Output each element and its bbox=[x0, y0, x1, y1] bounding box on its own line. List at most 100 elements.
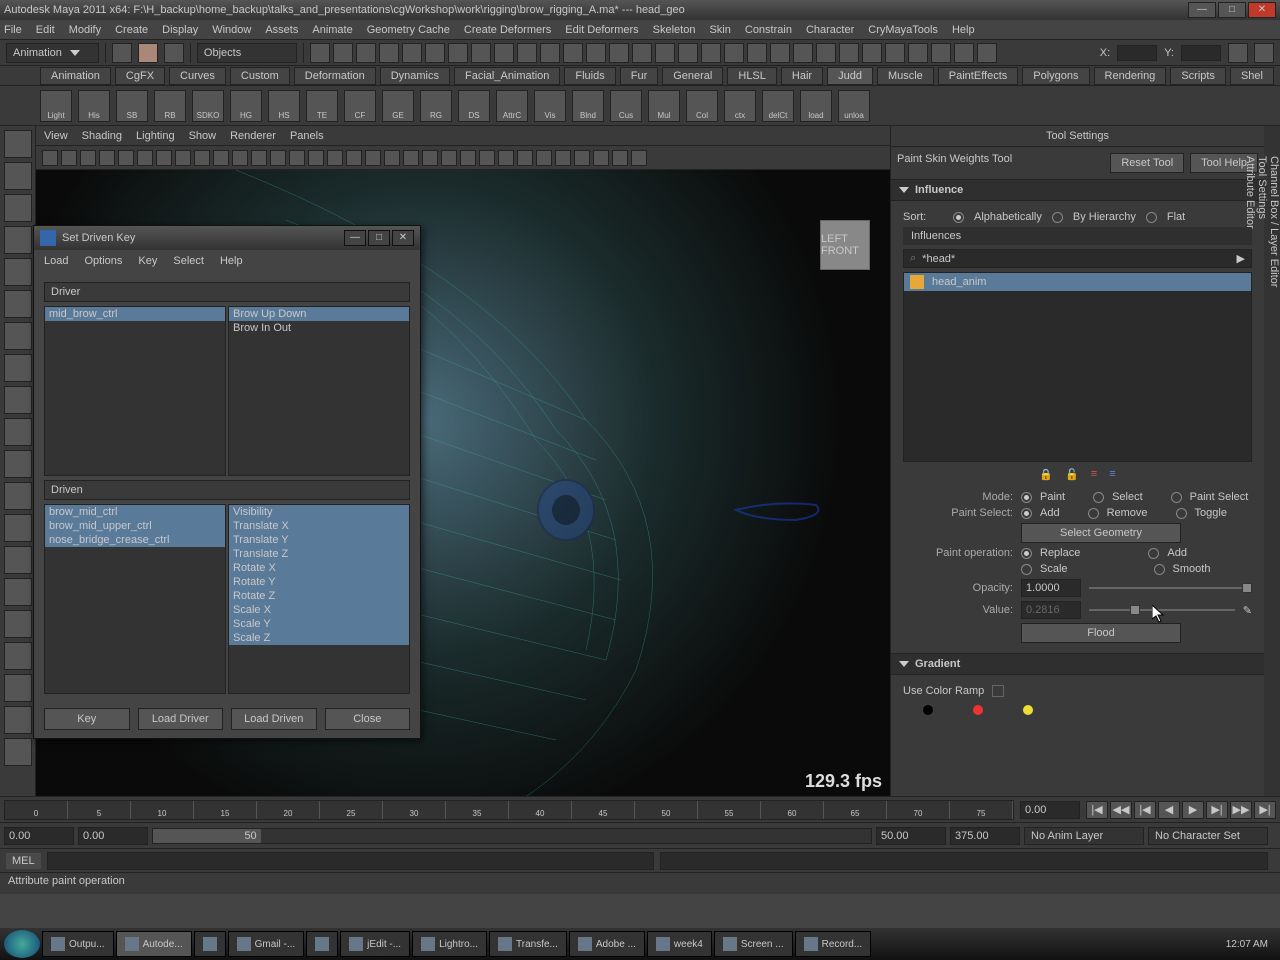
go-end-button[interactable]: ▶| bbox=[1254, 801, 1276, 819]
menu-create deformers[interactable]: Create Deformers bbox=[464, 24, 551, 36]
load-driven-button[interactable]: Load Driven bbox=[231, 708, 317, 730]
toolbox-tool[interactable] bbox=[4, 130, 32, 158]
shelf-icon-attrc[interactable]: AttrC bbox=[496, 90, 528, 122]
status-icon[interactable] bbox=[793, 43, 813, 63]
shelf-tab-fur[interactable]: Fur bbox=[620, 67, 659, 85]
shelf-tab-scripts[interactable]: Scripts bbox=[1170, 67, 1226, 85]
dlg-menu-options[interactable]: Options bbox=[84, 255, 122, 267]
list-item[interactable]: Brow In Out bbox=[229, 321, 409, 335]
load-driver-button[interactable]: Load Driver bbox=[138, 708, 224, 730]
toolbox-tool[interactable] bbox=[4, 194, 32, 222]
toolbox-tool[interactable] bbox=[4, 226, 32, 254]
vp-menu-show[interactable]: Show bbox=[189, 130, 217, 142]
status-icon[interactable] bbox=[448, 43, 468, 63]
step-back-button[interactable]: ◀◀ bbox=[1110, 801, 1132, 819]
dlg-menu-help[interactable]: Help bbox=[220, 255, 243, 267]
menu-crymayatools[interactable]: CryMayaTools bbox=[868, 24, 938, 36]
shelf-tab-muscle[interactable]: Muscle bbox=[877, 67, 934, 85]
shelf-icon-hg[interactable]: HG bbox=[230, 90, 262, 122]
vp-icon[interactable] bbox=[99, 150, 115, 166]
status-icon[interactable] bbox=[701, 43, 721, 63]
list-item[interactable]: Brow Up Down bbox=[229, 307, 409, 321]
play-fwd-button[interactable]: ▶ bbox=[1182, 801, 1204, 819]
maximize-button[interactable]: □ bbox=[1218, 2, 1246, 18]
shelf-tab-custom[interactable]: Custom bbox=[230, 67, 290, 85]
dialog-minimize-button[interactable]: — bbox=[344, 230, 366, 246]
status-icon[interactable] bbox=[402, 43, 422, 63]
use-ramp-checkbox[interactable] bbox=[992, 685, 1004, 697]
toolbox-tool[interactable] bbox=[4, 610, 32, 638]
op-add-radio[interactable] bbox=[1148, 548, 1159, 559]
toggle-icon[interactable] bbox=[1254, 43, 1274, 63]
vp-menu-shading[interactable]: Shading bbox=[82, 130, 122, 142]
toolbox-tool[interactable] bbox=[4, 674, 32, 702]
menu-file[interactable]: File bbox=[4, 24, 22, 36]
dlg-menu-select[interactable]: Select bbox=[173, 255, 204, 267]
vp-icon[interactable] bbox=[213, 150, 229, 166]
shelf-tab-facial_animation[interactable]: Facial_Animation bbox=[454, 67, 560, 85]
op-replace-radio[interactable] bbox=[1021, 548, 1032, 559]
toolbox-tool[interactable] bbox=[4, 738, 32, 766]
toolbox-tool[interactable] bbox=[4, 322, 32, 350]
range-end-input[interactable] bbox=[950, 827, 1020, 845]
vp-menu-view[interactable]: View bbox=[44, 130, 68, 142]
shelf-tab-hair[interactable]: Hair bbox=[781, 67, 823, 85]
vp-menu-panels[interactable]: Panels bbox=[290, 130, 324, 142]
shelf-icon-his[interactable]: His bbox=[78, 90, 110, 122]
lock-icon[interactable]: 🔒 bbox=[1039, 468, 1053, 481]
selection-mask-dropdown[interactable]: Objects bbox=[197, 43, 297, 63]
close-button[interactable]: ✕ bbox=[1248, 2, 1276, 18]
dialog-maximize-button[interactable]: □ bbox=[368, 230, 390, 246]
vp-icon[interactable] bbox=[194, 150, 210, 166]
shelf-icon-delct[interactable]: delCt bbox=[762, 90, 794, 122]
status-icon[interactable] bbox=[885, 43, 905, 63]
status-icon[interactable] bbox=[471, 43, 491, 63]
side-tab[interactable]: Tool Settings bbox=[1256, 146, 1268, 796]
status-icon[interactable] bbox=[839, 43, 859, 63]
shelf-icon-load[interactable]: load bbox=[800, 90, 832, 122]
shelf-icon-blnd[interactable]: Blnd bbox=[572, 90, 604, 122]
taskbar-item[interactable]: jEdit -... bbox=[340, 931, 410, 957]
sort-hier-radio[interactable] bbox=[1052, 212, 1063, 223]
toolbox-tool[interactable] bbox=[4, 450, 32, 478]
shelf-tab-shel[interactable]: Shel bbox=[1230, 67, 1274, 85]
list-item[interactable]: Visibility bbox=[229, 505, 409, 519]
op-smooth-radio[interactable] bbox=[1154, 564, 1165, 575]
gradient-section-header[interactable]: Gradient bbox=[891, 653, 1264, 675]
list-item[interactable]: brow_mid_ctrl bbox=[45, 505, 225, 519]
shelf-icon-hs[interactable]: HS bbox=[268, 90, 300, 122]
menu-edit deformers[interactable]: Edit Deformers bbox=[565, 24, 638, 36]
range-start-input[interactable] bbox=[4, 827, 74, 845]
driver-attr-list[interactable]: Brow Up DownBrow In Out bbox=[228, 306, 410, 476]
toolbox-tool[interactable] bbox=[4, 642, 32, 670]
menu-geometry cache[interactable]: Geometry Cache bbox=[367, 24, 450, 36]
shelf-icon-rb[interactable]: RB bbox=[154, 90, 186, 122]
cmd-lang[interactable]: MEL bbox=[6, 853, 41, 869]
list-item[interactable]: Rotate Y bbox=[229, 575, 409, 589]
op-scale-radio[interactable] bbox=[1021, 564, 1032, 575]
toolbox-tool[interactable] bbox=[4, 418, 32, 446]
time-slider[interactable]: 051015202530354045505560657075 |◀ ◀◀ |◀ … bbox=[0, 796, 1280, 822]
status-icon[interactable] bbox=[770, 43, 790, 63]
reset-tool-button[interactable]: Reset Tool bbox=[1110, 153, 1184, 173]
shelf-tab-curves[interactable]: Curves bbox=[169, 67, 226, 85]
menu-skin[interactable]: Skin bbox=[709, 24, 730, 36]
taskbar-item[interactable]: Lightro... bbox=[412, 931, 487, 957]
select-geometry-button[interactable]: Select Geometry bbox=[1021, 523, 1181, 543]
taskbar-item[interactable] bbox=[306, 931, 338, 957]
menu-skeleton[interactable]: Skeleton bbox=[653, 24, 696, 36]
list-icon[interactable]: ≡ bbox=[1091, 468, 1097, 481]
status-icon[interactable] bbox=[862, 43, 882, 63]
list-item[interactable]: Translate X bbox=[229, 519, 409, 533]
menu-constrain[interactable]: Constrain bbox=[745, 24, 792, 36]
vp-icon[interactable] bbox=[422, 150, 438, 166]
menu-help[interactable]: Help bbox=[952, 24, 975, 36]
status-icon[interactable] bbox=[425, 43, 445, 63]
unlock-icon[interactable]: 🔓 bbox=[1065, 468, 1079, 481]
vp-icon[interactable] bbox=[517, 150, 533, 166]
list-item[interactable]: Translate Y bbox=[229, 533, 409, 547]
vp-icon[interactable] bbox=[384, 150, 400, 166]
shelf-tab-judd[interactable]: Judd bbox=[827, 67, 873, 85]
vp-icon[interactable] bbox=[42, 150, 58, 166]
taskbar-item[interactable] bbox=[194, 931, 226, 957]
